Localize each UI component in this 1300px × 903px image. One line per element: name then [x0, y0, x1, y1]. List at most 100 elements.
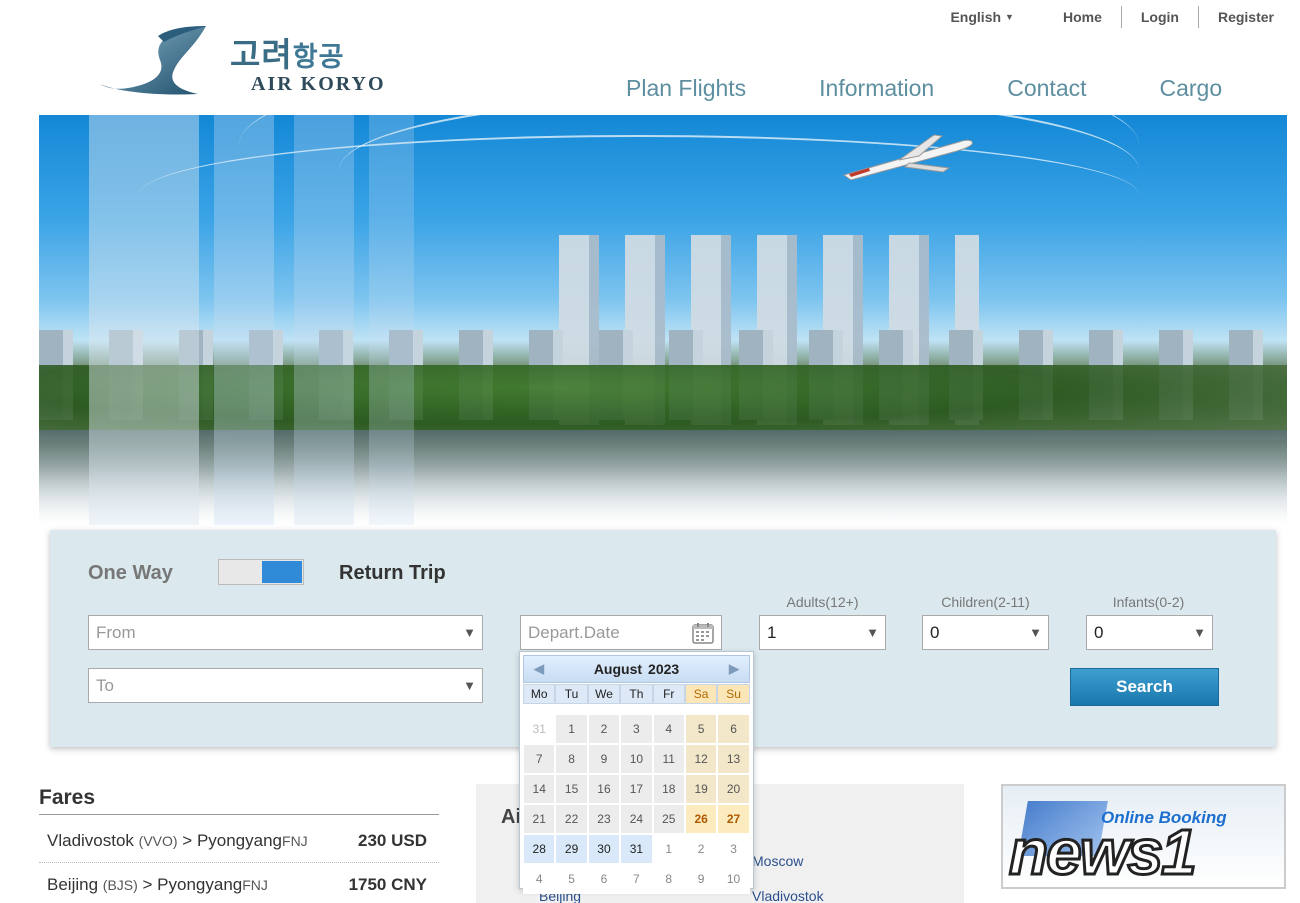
calendar-day[interactable]: 3 — [717, 834, 750, 864]
adults-select[interactable]: 1 ▼ — [759, 615, 886, 650]
calendar-day[interactable]: 12 — [684, 744, 718, 774]
calendar-day[interactable]: 31 — [620, 834, 653, 864]
next-month-icon[interactable]: ▶ — [729, 661, 739, 677]
infants-label: Infants(0-2) — [1112, 594, 1185, 610]
depart-date-input[interactable]: Depart.Date — [520, 615, 722, 650]
calendar-day[interactable]: 25 — [652, 804, 685, 834]
calendar-day[interactable]: 4 — [523, 864, 556, 894]
calendar-day[interactable]: 9 — [587, 744, 621, 774]
dropdown-arrow-icon: ▼ — [463, 678, 476, 693]
calendar-day[interactable]: 17 — [620, 774, 653, 804]
calendar-day[interactable]: 4 — [652, 714, 685, 744]
calendar-day[interactable]: 1 — [652, 834, 685, 864]
dropdown-arrow-icon: ▼ — [1029, 625, 1042, 640]
calendar-day[interactable]: 7 — [620, 864, 653, 894]
calendar-day[interactable]: 6 — [717, 714, 750, 744]
datepicker-grid: Mo Tu We Th Fr Sa Su 31 1 2 3 4 5 6 7 8 9 10 11 12 13 14 15 16 1… — [523, 684, 750, 894]
login-link[interactable]: Login — [1120, 6, 1198, 28]
glass-overlay — [214, 115, 274, 525]
from-select[interactable]: From ▼ — [88, 615, 483, 650]
trip-type-toggle[interactable] — [218, 559, 304, 585]
calendar-day[interactable]: 10 — [620, 744, 653, 774]
calendar-day[interactable]: 21 — [523, 804, 556, 834]
infants-select[interactable]: 0 ▼ — [1086, 615, 1213, 650]
fare-destination: Pyongyang — [157, 875, 243, 894]
calendar-day[interactable]: 31 — [523, 714, 556, 744]
calendar-day[interactable]: 16 — [587, 774, 621, 804]
calendar-day[interactable]: 13 — [717, 744, 750, 774]
children-label: Children(2-11) — [941, 594, 1030, 610]
nav-information[interactable]: Information — [819, 75, 934, 102]
return-trip-label[interactable]: Return Trip — [339, 562, 446, 585]
register-link[interactable]: Register — [1197, 6, 1274, 28]
infants-value: 0 — [1094, 622, 1104, 642]
prev-month-icon[interactable]: ◀ — [534, 661, 544, 677]
calendar-day[interactable]: 26 — [684, 804, 718, 834]
fare-price: 1750 CNY — [348, 875, 427, 894]
adults-value: 1 — [767, 622, 777, 642]
fare-row[interactable]: Beijing (BJS) > Pyongyang FNJ 1750 CNY — [39, 863, 439, 903]
calendar-day[interactable]: 15 — [555, 774, 588, 804]
calendar-icon[interactable] — [691, 621, 715, 645]
fare-origin: Vladivostok — [47, 830, 134, 850]
nav-cargo[interactable]: Cargo — [1160, 75, 1223, 102]
news1-watermark: news1 — [1008, 815, 1199, 890]
calendar-day[interactable]: 7 — [523, 744, 556, 774]
children-value: 0 — [930, 622, 940, 642]
fare-destination-code: FNJ — [282, 832, 308, 849]
children-select[interactable]: 0 ▼ — [922, 615, 1049, 650]
calendar-day[interactable]: 2 — [684, 834, 718, 864]
search-button[interactable]: Search — [1070, 668, 1219, 706]
dropdown-arrow-icon: ▼ — [1193, 625, 1206, 640]
calendar-day[interactable]: 9 — [684, 864, 718, 894]
calendar-day[interactable]: 23 — [587, 804, 621, 834]
language-selector[interactable]: English ▼ — [950, 9, 1013, 25]
to-select[interactable]: To ▼ — [88, 668, 483, 703]
from-placeholder: From — [96, 622, 136, 642]
home-link[interactable]: Home — [1044, 6, 1121, 28]
fare-origin-code: (VVO) — [138, 832, 178, 849]
air-koryo-logo[interactable]: 고려항공 AIR KORYO — [98, 22, 418, 102]
dropdown-arrow-icon: ▼ — [866, 625, 879, 640]
calendar-day[interactable]: 20 — [717, 774, 750, 804]
weekday-header: Mo — [523, 684, 556, 704]
fare-row[interactable]: Vladivostok (VVO) > Pyongyang FNJ 230 USD — [39, 819, 439, 863]
calendar-day[interactable]: 11 — [652, 744, 685, 774]
one-way-label[interactable]: One Way — [88, 562, 173, 585]
weekday-header: Th — [620, 684, 653, 704]
city-link-vladivostok[interactable]: Vladivostok — [752, 888, 824, 903]
airplane-icon — [842, 134, 973, 180]
toggle-knob — [262, 561, 302, 583]
calendar-day[interactable]: 30 — [587, 834, 621, 864]
calendar-day[interactable]: 10 — [717, 864, 750, 894]
calendar-day[interactable]: 5 — [684, 714, 718, 744]
calendar-day[interactable]: 6 — [587, 864, 621, 894]
datepicker-popup: ◀ August 2023 ▶ Mo Tu We Th Fr Sa Su 31 1 2 3 4 5 6 7 8… — [519, 651, 754, 894]
calendar-day[interactable]: 18 — [652, 774, 685, 804]
calendar-day[interactable]: 8 — [555, 744, 588, 774]
calendar-day[interactable]: 14 — [523, 774, 556, 804]
fare-destination-code: FNJ — [242, 877, 268, 893]
divider — [39, 814, 439, 815]
calendar-day[interactable]: 1 — [555, 714, 588, 744]
fare-origin: Beijing — [47, 875, 99, 894]
city-link-moscow[interactable]: Moscow — [752, 853, 803, 869]
calendar-day[interactable]: 3 — [620, 714, 653, 744]
calendar-day[interactable]: 27 — [717, 804, 750, 834]
calendar-day[interactable]: 2 — [587, 714, 621, 744]
calendar-day[interactable]: 29 — [555, 834, 588, 864]
nav-contact[interactable]: Contact — [1007, 75, 1086, 102]
calendar-day[interactable]: 28 — [523, 834, 556, 864]
calendar-day[interactable]: 8 — [652, 864, 685, 894]
calendar-day[interactable]: 22 — [555, 804, 588, 834]
adults-label: Adults(12+) — [786, 594, 859, 610]
weekday-header: We — [587, 684, 621, 704]
calendar-day[interactable]: 5 — [555, 864, 588, 894]
weekday-header: Sa — [684, 684, 718, 704]
calendar-day[interactable]: 19 — [684, 774, 718, 804]
watermark-text: news1 — [1009, 816, 1195, 888]
nav-plan-flights[interactable]: Plan Flights — [626, 75, 746, 102]
fare-origin-code: (BJS) — [102, 877, 138, 893]
calendar-day[interactable]: 24 — [620, 804, 653, 834]
airports-title: Ai — [501, 806, 521, 828]
